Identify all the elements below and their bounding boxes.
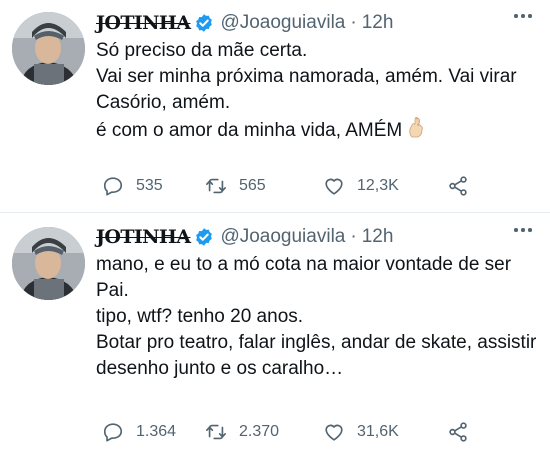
retweet-icon: [206, 424, 226, 440]
display-name[interactable]: JOTINHA: [96, 12, 191, 34]
tweet-line: tipo, wtf? tenho 20 anos.: [96, 306, 304, 327]
tweet-line-with-emoji: é com o amor da minha vida, AMÉM: [96, 116, 541, 144]
tweet-line: Vai ser minha próxima namorada, amém. Va…: [96, 66, 517, 113]
avatar[interactable]: [12, 227, 85, 300]
tweet-divider: [0, 212, 550, 213]
like-count: 31,6K: [357, 423, 399, 440]
separator-dot: ·: [350, 226, 357, 247]
tweet-text: Só preciso da mãe certa. Vai ser minha p…: [96, 38, 541, 144]
verified-badge-icon: [196, 14, 213, 32]
more-options-icon[interactable]: [514, 14, 534, 20]
reply-button[interactable]: 535: [102, 175, 205, 197]
retweet-icon: [206, 178, 226, 194]
display-name[interactable]: JOTINHA: [96, 226, 191, 248]
tweet-line: mano, e eu to a mó cota na maior vontade…: [96, 254, 512, 301]
retweet-button[interactable]: 2.370: [205, 421, 323, 443]
like-count: 12,3K: [357, 177, 399, 194]
verified-badge-icon: [196, 228, 213, 246]
like-button[interactable]: 31,6K: [323, 421, 447, 443]
tweet-actions: 535 565 12,3K: [102, 174, 469, 198]
tweet[interactable]: JOTINHA @Joaoguiavila · 12h mano, e eu t…: [0, 214, 550, 456]
heart-icon: [325, 178, 343, 195]
retweet-count: 2.370: [239, 423, 280, 440]
tweet-header: JOTINHA @Joaoguiavila · 12h: [96, 10, 393, 36]
reply-count: 1.364: [136, 423, 177, 440]
tweet-text: mano, e eu to a mó cota na maior vontade…: [96, 252, 541, 382]
share-button[interactable]: [447, 175, 469, 197]
heart-icon: [325, 424, 343, 441]
tweet-line: Botar pro teatro, falar inglês, andar de…: [96, 332, 537, 379]
reply-button[interactable]: 1.364: [102, 421, 205, 443]
timestamp[interactable]: 12h: [362, 12, 394, 34]
timestamp[interactable]: 12h: [362, 226, 394, 248]
share-button[interactable]: [447, 421, 469, 443]
tweet[interactable]: JOTINHA @Joaoguiavila · 12h Só preciso d…: [0, 0, 550, 212]
like-button[interactable]: 12,3K: [323, 175, 447, 197]
tweet-line: é com o amor da minha vida, AMÉM: [96, 120, 403, 141]
reply-icon: [103, 177, 123, 196]
reply-count: 535: [136, 177, 163, 194]
tweet-line: Só preciso da mãe certa.: [96, 40, 308, 61]
tweet-header: JOTINHA @Joaoguiavila · 12h: [96, 224, 393, 250]
crossed-fingers-emoji: [409, 117, 423, 138]
retweet-button[interactable]: 565: [205, 175, 323, 197]
handle[interactable]: @Joaoguiavila: [220, 226, 345, 248]
share-icon: [449, 176, 467, 196]
share-icon: [449, 422, 467, 442]
tweet-actions: 1.364 2.370 31,6K: [102, 420, 469, 444]
handle[interactable]: @Joaoguiavila: [220, 12, 345, 34]
reply-icon: [103, 423, 123, 442]
retweet-count: 565: [239, 177, 266, 194]
avatar[interactable]: [12, 12, 85, 85]
more-options-icon[interactable]: [514, 228, 534, 234]
separator-dot: ·: [350, 12, 357, 33]
